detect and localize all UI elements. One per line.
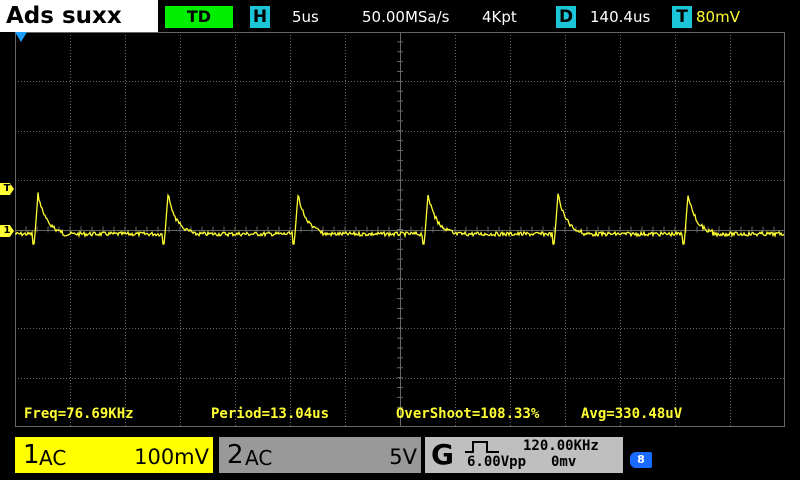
square-wave-icon <box>465 441 499 453</box>
channel1-waveform <box>15 192 785 245</box>
average-measurement: Avg=330.48uV <box>581 406 683 422</box>
channel1-trace <box>15 192 785 245</box>
channel2-panel[interactable]: 2 AC 5V <box>219 437 421 473</box>
trigger-level-marker[interactable]: T <box>0 183 14 195</box>
waveform-display[interactable] <box>15 32 785 427</box>
horizontal-badge[interactable]: H <box>250 6 270 28</box>
generator-amplitude: 6.00Vpp <box>467 454 527 470</box>
trigger-mode-indicator[interactable]: TD <box>165 6 233 28</box>
generator-frequency: 120.00KHz <box>523 438 599 454</box>
status-bar: Ads suxx TD H 5us 50.00MSa/s 4Kpt D 140.… <box>0 0 800 32</box>
delay-value: 140.4us <box>590 8 651 26</box>
device-name: Ads suxx <box>0 0 158 32</box>
channel1-offset-marker[interactable]: 1 <box>0 225 14 237</box>
generator-offset: 0mv <box>551 454 577 470</box>
channel1-scale: 100mV <box>134 445 209 469</box>
channel2-coupling: AC <box>245 446 273 470</box>
timebase-value: 5us <box>292 8 319 26</box>
trigger-level-value: 80mV <box>696 8 740 26</box>
period-measurement: Period=13.04us <box>211 406 330 422</box>
overshoot-measurement: OverShoot=108.33% <box>396 406 540 422</box>
channel2-number: 2 <box>227 440 244 470</box>
channel1-panel[interactable]: 1 AC 100mV <box>15 437 213 473</box>
channel1-number: 1 <box>23 440 40 470</box>
frequency-measurement: Freq=76.69KHz <box>24 406 134 422</box>
generator-panel[interactable]: G 120.00KHz 6.00Vpp 0mv <box>425 437 623 473</box>
memory-depth-value: 4Kpt <box>482 8 517 26</box>
sample-rate-value: 50.00MSa/s <box>362 8 450 26</box>
channel2-scale: 5V <box>389 445 417 469</box>
trigger-position-icon[interactable] <box>15 32 27 42</box>
delay-badge[interactable]: D <box>556 6 576 28</box>
generator-label: G <box>431 438 454 471</box>
channel1-coupling: AC <box>39 446 67 470</box>
trigger-badge[interactable]: T <box>672 6 692 28</box>
usb-storage-icon[interactable]: 8 <box>630 452 652 468</box>
